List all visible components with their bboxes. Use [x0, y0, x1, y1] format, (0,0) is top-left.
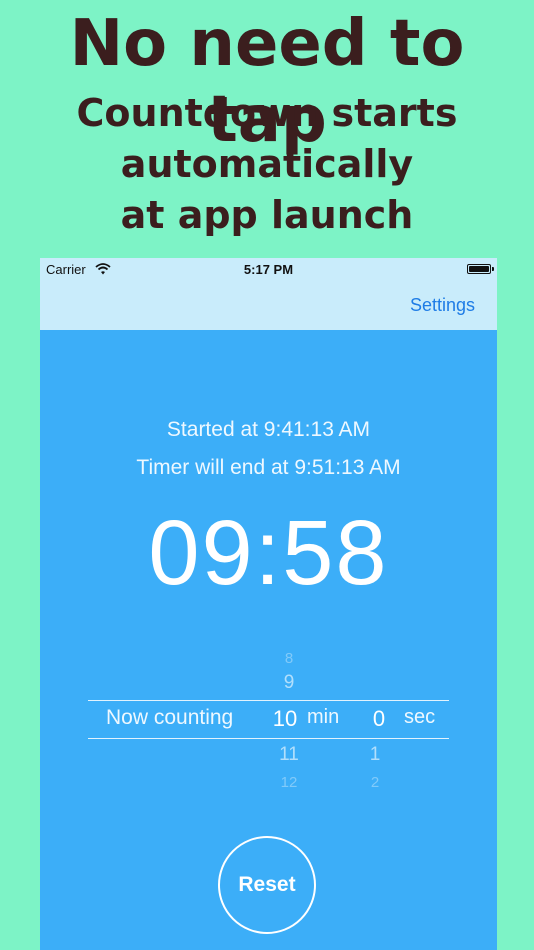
- now-counting-label: Now counting: [106, 706, 234, 729]
- seconds-option[interactable]: 2: [350, 774, 400, 791]
- reset-button[interactable]: Reset: [218, 836, 316, 934]
- seconds-selected[interactable]: 0: [354, 706, 404, 732]
- app-store-screenshot: No need to tap Countdown starts automati…: [0, 0, 534, 950]
- seconds-option[interactable]: 1: [350, 744, 400, 766]
- navigation-bar: Settings: [40, 282, 497, 330]
- minutes-option[interactable]: 8: [264, 650, 314, 667]
- phone-screen: Carrier 5:17 PM Settings Started at 9:41…: [40, 258, 497, 950]
- seconds-unit-label: sec: [404, 706, 436, 728]
- minutes-option[interactable]: 12: [264, 774, 314, 791]
- duration-picker[interactable]: Now counting 8 9 10 11 12 min 0 1 2 sec: [88, 648, 449, 798]
- promo-subhead: Countdown starts automatically at app la…: [0, 88, 534, 241]
- picker-selection-top-line: [88, 700, 449, 701]
- settings-button[interactable]: Settings: [410, 295, 475, 316]
- countdown-display: 09:58: [148, 502, 389, 604]
- minutes-option[interactable]: 9: [264, 672, 314, 694]
- status-bar: Carrier 5:17 PM: [40, 258, 497, 282]
- started-at-text: Started at 9:41:13 AM: [166, 418, 371, 441]
- battery-icon: [467, 264, 494, 274]
- promo-subhead-line1: Countdown starts: [76, 91, 458, 135]
- minutes-option[interactable]: 11: [264, 744, 314, 766]
- timer-end-text: Timer will end at 9:51:13 AM: [136, 456, 401, 479]
- minutes-unit-label: min: [307, 706, 340, 728]
- promo-subhead-line2: automatically: [120, 142, 414, 186]
- status-time: 5:17 PM: [243, 262, 294, 277]
- minutes-selected[interactable]: 10: [260, 706, 310, 732]
- picker-selection-bottom-line: [88, 738, 449, 739]
- promo-subhead-line3: at app launch: [120, 193, 414, 237]
